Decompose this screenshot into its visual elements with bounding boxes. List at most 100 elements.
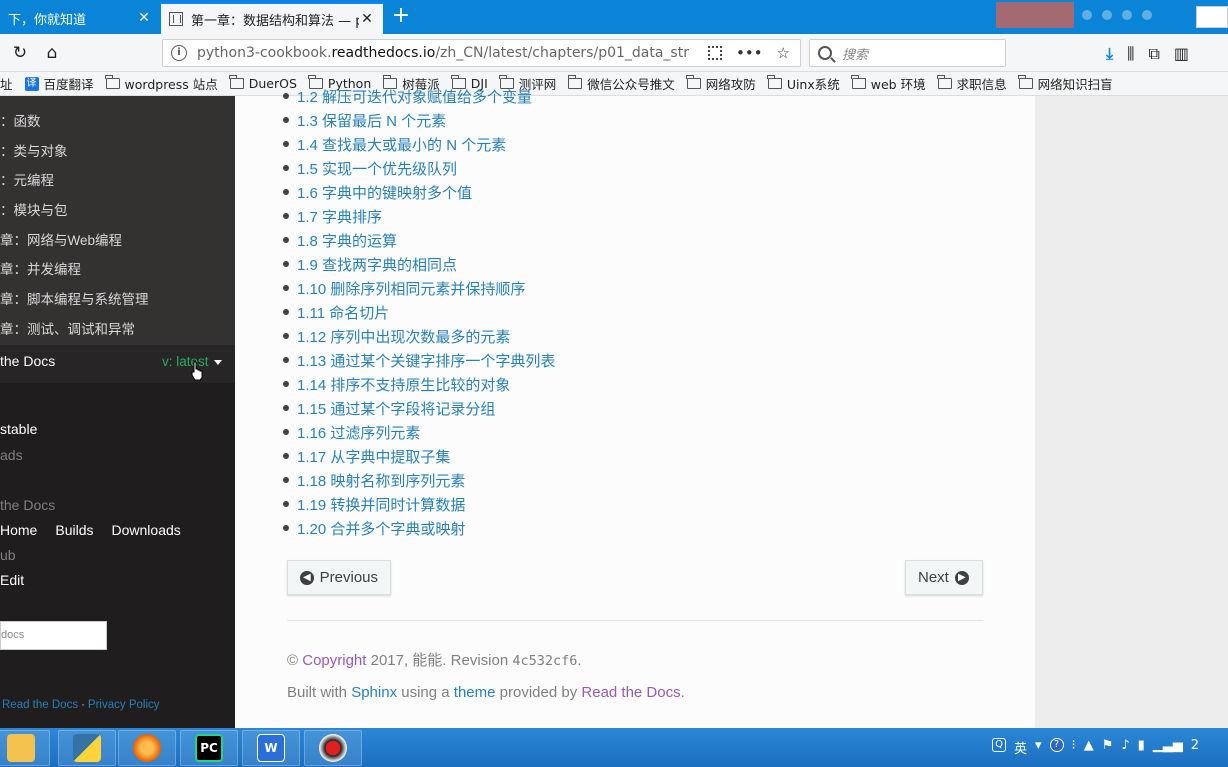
bookmark-folder[interactable]: wordpress 站点 xyxy=(105,74,218,93)
url-bar[interactable]: i python3-cookbook.readthedocs.io/zh_CN/… xyxy=(162,39,801,67)
folder-icon xyxy=(229,75,244,89)
bookmark-folder[interactable]: web 环境 xyxy=(851,74,926,93)
toc-link[interactable]: 1.18 映射名称到序列元素 xyxy=(297,468,555,492)
flag-icon[interactable]: ⚑ xyxy=(1102,738,1114,757)
volume-icon[interactable]: ♪ xyxy=(1121,738,1129,757)
toc-link[interactable]: 1.10 删除序列相同元素并保持顺序 xyxy=(297,276,555,300)
rtd-search-input[interactable]: docs xyxy=(0,621,107,650)
library-icon[interactable]: ⫼ xyxy=(1127,44,1134,64)
sidebar-toc-item[interactable]: ：模块与包 xyxy=(0,199,68,219)
home-icon[interactable]: ⌂ xyxy=(42,43,62,63)
built-with-line: Built with Sphinx using a theme provided… xyxy=(287,684,685,701)
hand-cursor-icon xyxy=(191,361,203,381)
download-icon[interactable]: ⤓ xyxy=(1106,44,1113,64)
pycharm-icon[interactable]: PC xyxy=(180,730,238,766)
screenshot-icon[interactable]: ⧉ xyxy=(1148,44,1159,64)
toc-link[interactable]: 1.19 转换并同时计算数据 xyxy=(297,492,555,516)
toc-link[interactable]: 1.12 序列中出现次数最多的元素 xyxy=(297,324,555,348)
tab-title: 第一章：数据结构和算法 — py xyxy=(191,13,359,29)
close-tab-icon[interactable]: ✕ xyxy=(136,10,152,26)
ime-language[interactable]: 英 xyxy=(1014,738,1027,757)
bookmark-star-icon[interactable]: ☆ xyxy=(777,44,790,62)
window-button[interactable] xyxy=(1196,6,1228,28)
sidebar-toc-item[interactable]: ：函数 xyxy=(0,110,41,130)
bookmark-folder[interactable]: Uinx系统 xyxy=(767,74,840,93)
toc-link[interactable]: 1.6 字典中的键映射多个值 xyxy=(297,180,555,204)
toc-link[interactable]: 1.9 查找两字典的相同点 xyxy=(297,252,555,276)
file-explorer-icon[interactable] xyxy=(0,730,50,766)
info-icon[interactable]: i xyxy=(171,45,187,61)
bookmark-folder[interactable]: 网络攻防 xyxy=(686,74,756,93)
toc-link[interactable]: 1.3 保留最后 N 个元素 xyxy=(297,108,555,132)
folder-icon xyxy=(105,75,120,89)
folder-icon xyxy=(686,75,701,89)
toc-link[interactable]: 1.7 字典排序 xyxy=(297,204,555,228)
toc-link[interactable]: 1.16 过滤序列元素 xyxy=(297,420,555,444)
firefox-icon[interactable] xyxy=(118,730,176,766)
python-icon[interactable] xyxy=(58,730,116,766)
rtd-downloads-link[interactable]: Downloads xyxy=(112,522,181,538)
folder-icon xyxy=(1018,75,1033,89)
toc-link[interactable]: 1.2 解压可迭代对象赋值给多个变量 xyxy=(297,84,555,108)
sidebar-toc-item[interactable]: 章：测试、调试和异常 xyxy=(0,318,135,338)
toc-link[interactable]: 1.15 通过某个字段将记录分组 xyxy=(297,396,555,420)
toc-link[interactable]: 1.20 合并多个字典或映射 xyxy=(297,516,555,540)
toc-link[interactable]: 1.13 通过某个关键字排序一个字典列表 xyxy=(297,348,555,372)
battery-icon[interactable]: ▮ xyxy=(1138,738,1145,757)
sidebar-toc-item[interactable]: ：类与对象 xyxy=(0,140,68,160)
search-bar[interactable]: 搜索 xyxy=(809,39,1006,67)
reload-icon[interactable]: ↻ xyxy=(10,43,30,63)
network-icon[interactable]: ▁▃▅ xyxy=(1153,738,1183,757)
toc-link[interactable]: 1.17 从字典中提取子集 xyxy=(297,444,555,468)
help-icon[interactable]: ? xyxy=(1049,738,1064,752)
bookmark-item[interactable]: 址 xyxy=(0,74,13,93)
privacy-policy-link[interactable]: Privacy Policy xyxy=(88,699,160,711)
tray-settings-icon[interactable]: ⁝ xyxy=(1072,738,1076,757)
new-tab-icon[interactable]: + xyxy=(388,4,414,30)
rtd-home-link[interactable]: Home xyxy=(0,522,37,538)
read-the-docs-link[interactable]: Read the Docs xyxy=(581,684,680,701)
toc-link[interactable]: 1.11 命名切片 xyxy=(297,300,555,324)
next-button[interactable]: Next ▶ xyxy=(905,560,983,595)
sphinx-link[interactable]: Sphinx xyxy=(351,684,397,701)
sidebar-toggle-icon[interactable]: ▥ xyxy=(1174,44,1189,64)
rtd-footer-link[interactable]: Read the Docs xyxy=(2,699,78,711)
ime-q-icon[interactable]: Q xyxy=(992,738,1006,752)
bookmark-item[interactable]: 译百度翻译 xyxy=(24,74,94,93)
toc-link[interactable]: 1.5 实现一个优先级队列 xyxy=(297,156,555,180)
toc-link[interactable]: 1.4 查找最大或最小的 N 个元素 xyxy=(297,132,555,156)
tray-expand-icon[interactable]: ▲ xyxy=(1084,738,1094,757)
search-icon xyxy=(818,46,832,60)
tab-current[interactable]: 第一章：数据结构和算法 — py ✕ xyxy=(161,2,383,34)
sidebar-toc-item[interactable]: 章：网络与Web编程 xyxy=(0,229,122,249)
more-icon[interactable]: ••• xyxy=(736,44,763,62)
recorder-icon[interactable] xyxy=(304,730,362,766)
sidebar-toc-item[interactable]: ：元编程 xyxy=(0,169,54,189)
version-stable-link[interactable]: stable xyxy=(0,421,37,437)
bookmark-folder[interactable]: 网络知识扫盲 xyxy=(1018,74,1113,93)
rtd-builds-link[interactable]: Builds xyxy=(55,522,93,538)
search-placeholder: 搜索 xyxy=(842,47,869,63)
bookmark-folder[interactable]: 求职信息 xyxy=(937,74,1007,93)
docs-sidebar: ：函数 ：类与对象 ：元编程 ：模块与包 章：网络与Web编程 章：并发编程 章… xyxy=(0,96,235,728)
sidebar-toc-item[interactable]: 章：并发编程 xyxy=(0,258,81,278)
clock[interactable]: 2 xyxy=(1191,738,1199,757)
bookmark-folder[interactable]: DuerOS xyxy=(229,75,297,91)
toc-link[interactable]: 1.8 字典的运算 xyxy=(297,228,555,252)
tab-previous[interactable]: 下，你就知道 ✕ xyxy=(0,2,160,34)
copyright-link[interactable]: Copyright xyxy=(302,652,366,669)
qr-code-icon[interactable] xyxy=(708,46,722,60)
url-text[interactable]: python3-cookbook.readthedocs.io/zh_CN/la… xyxy=(197,45,708,61)
ime-menu-icon[interactable]: ▾ xyxy=(1035,738,1042,757)
close-tab-icon[interactable]: ✕ xyxy=(359,11,375,27)
sidebar-toc-item[interactable]: 章：脚本编程与系统管理 xyxy=(0,288,149,308)
bookmarks-bar: 址 译百度翻译 wordpress 站点 DuerOS Python 树莓派 D… xyxy=(0,72,1228,96)
system-tray: Q 英 ▾ ? ⁝ ▲ ⚑ ♪ ▮ ▁▃▅ 2 xyxy=(992,738,1199,757)
theme-link[interactable]: theme xyxy=(454,684,496,701)
bookmark-folder[interactable]: 微信公众号推文 xyxy=(567,74,675,93)
toc-link[interactable]: 1.14 排序不支持原生比较的对象 xyxy=(297,372,555,396)
caret-down-icon xyxy=(213,359,222,365)
rtd-edit-link[interactable]: Edit xyxy=(0,572,24,588)
wps-icon[interactable]: W xyxy=(242,730,300,766)
previous-button[interactable]: ◀ Previous xyxy=(287,560,391,595)
